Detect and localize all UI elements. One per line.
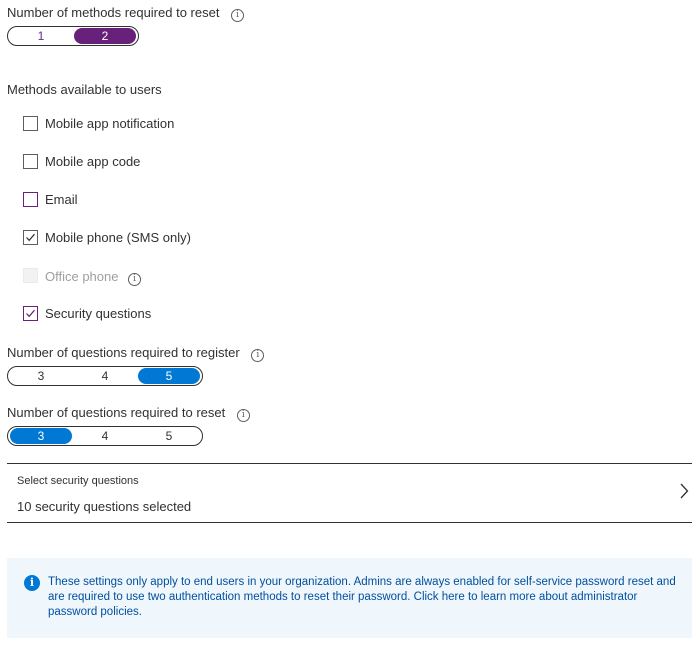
chevron-right-icon <box>680 483 689 499</box>
questions-reset-option-3[interactable]: 3 <box>10 428 72 444</box>
questions-reset-label-text: Number of questions required to reset <box>7 405 226 420</box>
checkbox-office-phone <box>23 268 38 283</box>
checkbox-label-email: Email <box>45 192 78 207</box>
info-icon[interactable]: i <box>128 273 142 286</box>
select-security-questions-value: 10 security questions selected <box>17 499 192 514</box>
questions-reset-option-5[interactable]: 5 <box>138 428 200 444</box>
office-phone-label-text: Office phone <box>45 269 119 284</box>
questions-register-selector: 3 4 5 <box>7 366 203 386</box>
questions-register-option-5[interactable]: 5 <box>138 368 200 384</box>
checkbox-label-security-questions: Security questions <box>45 306 152 321</box>
divider-bottom <box>7 522 692 523</box>
checkbox-mobile-phone[interactable] <box>23 230 38 245</box>
checkbox-security-questions[interactable] <box>23 306 38 321</box>
check-icon <box>26 233 35 242</box>
questions-reset-label: Number of questions required to reset i <box>7 405 250 422</box>
checkbox-label-mobile-phone: Mobile phone (SMS only) <box>45 230 191 245</box>
methods-reset-selector: 1 2 <box>7 26 139 46</box>
select-security-questions-title: Select security questions <box>17 475 139 487</box>
methods-available-label: Methods available to users <box>7 82 162 97</box>
info-notice: i These settings only apply to end users… <box>7 558 692 638</box>
questions-register-label: Number of questions required to register… <box>7 345 265 362</box>
questions-register-option-3[interactable]: 3 <box>10 368 72 384</box>
methods-reset-option-1[interactable]: 1 <box>10 28 72 44</box>
questions-register-label-text: Number of questions required to register <box>7 345 240 360</box>
questions-register-option-4[interactable]: 4 <box>74 368 136 384</box>
info-icon[interactable]: i <box>251 349 265 362</box>
select-security-questions-row[interactable]: Select security questions 10 security qu… <box>7 464 692 522</box>
methods-reset-label-text: Number of methods required to reset <box>7 5 220 20</box>
checkbox-label-office-phone: Office phone i <box>45 269 142 286</box>
checkbox-mobile-app-code[interactable] <box>23 154 38 169</box>
checkbox-label-mobile-app-code: Mobile app code <box>45 154 141 169</box>
check-icon <box>26 309 35 318</box>
info-icon[interactable]: i <box>231 9 245 22</box>
methods-reset-option-2[interactable]: 2 <box>74 28 136 44</box>
questions-reset-selector: 3 4 5 <box>7 426 203 446</box>
checkbox-mobile-app-notification[interactable] <box>23 116 38 131</box>
checkbox-label-mobile-app-notification: Mobile app notification <box>45 116 175 131</box>
questions-reset-option-4[interactable]: 4 <box>74 428 136 444</box>
info-notice-text[interactable]: These settings only apply to end users i… <box>48 575 678 620</box>
checkbox-email[interactable] <box>23 192 38 207</box>
info-icon: i <box>24 575 40 591</box>
info-icon[interactable]: i <box>236 409 250 422</box>
methods-reset-label: Number of methods required to reset i <box>7 5 245 22</box>
